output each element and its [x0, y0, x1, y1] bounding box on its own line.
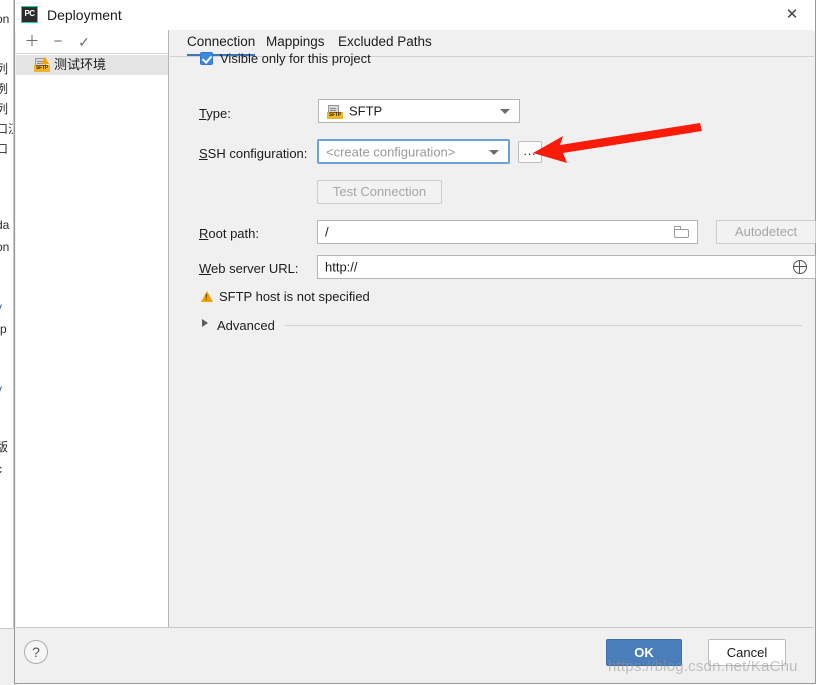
close-icon[interactable]: ✕: [769, 0, 815, 29]
chevron-down-icon: [489, 149, 499, 155]
ssh-configuration-label: SSH configuration:: [199, 146, 307, 162]
web-server-url-label-rest: eb server URL:: [211, 261, 299, 276]
background-text-fragment: on: [0, 12, 10, 26]
autodetect-button[interactable]: Autodetect: [716, 220, 816, 244]
type-label: Type:: [199, 106, 231, 122]
checkmark-icon[interactable]: ✓: [74, 32, 94, 52]
type-combobox[interactable]: SFTP SFTP: [318, 99, 520, 123]
background-text-fragment: c: [0, 462, 2, 476]
type-label-rest: ype:: [206, 106, 231, 121]
visible-only-checkbox[interactable]: [200, 52, 213, 65]
ssh-browse-button[interactable]: ...: [518, 141, 542, 163]
server-list-item-label: 测试环境: [54, 57, 107, 72]
add-icon[interactable]: ＋: [22, 32, 42, 52]
watermark: https://blog.csdn.net/KaChu: [608, 658, 798, 675]
folder-icon[interactable]: [674, 226, 689, 238]
advanced-section-label[interactable]: Advanced: [217, 318, 275, 334]
background-text-fragment: da: [0, 218, 10, 232]
server-list-panel: ＋ − ✓ SFTP 测试环境: [16, 30, 169, 628]
pycharm-icon: PC: [21, 6, 38, 23]
web-server-url-value: http://: [325, 259, 358, 275]
warning-message: SFTP host is not specified: [219, 289, 370, 304]
background-text-fragment: 例: [0, 82, 9, 96]
server-list-toolbar: ＋ − ✓: [16, 30, 168, 54]
dialog-title: Deployment: [47, 7, 122, 23]
root-path-label: Root path:: [199, 226, 259, 242]
help-button[interactable]: ?: [24, 640, 48, 664]
type-combobox-value: SFTP: [349, 103, 383, 119]
ssh-configuration-value: <create configuration>: [326, 144, 456, 159]
background-text-fragment: y: [0, 382, 2, 396]
chevron-right-icon[interactable]: [202, 319, 208, 327]
web-server-url-input[interactable]: http://: [317, 255, 816, 279]
background-text-fragment: rp: [0, 322, 7, 336]
sftp-icon-label: SFTP: [327, 112, 343, 119]
background-text-fragment: 列: [0, 102, 9, 116]
background-text-fragment: 口汉: [0, 122, 14, 136]
warning-triangle-icon: [201, 291, 213, 302]
root-path-input[interactable]: /: [317, 220, 698, 244]
background-text-fragment: 版: [0, 440, 9, 454]
server-list-item-selected[interactable]: SFTP 测试环境: [16, 55, 168, 75]
root-path-value: /: [325, 224, 329, 240]
test-connection-button[interactable]: Test Connection: [317, 180, 442, 204]
web-server-url-label: Web server URL:: [199, 261, 298, 277]
web-server-url-label-mnemonic: W: [199, 261, 212, 276]
globe-icon[interactable]: [792, 259, 807, 274]
ssh-configuration-combobox[interactable]: <create configuration>: [317, 139, 510, 164]
background-text-fragment: 列: [0, 62, 9, 76]
root-path-label-mnemonic: R: [199, 226, 209, 241]
chevron-down-icon: [500, 109, 510, 114]
dialog-titlebar: PC Deployment ✕: [15, 0, 815, 31]
root-path-label-rest: oot path:: [208, 226, 259, 241]
background-text-fragment: y: [0, 300, 2, 314]
ssh-configuration-label-mnemonic: S: [199, 146, 208, 161]
visible-only-label: Visible only for this project: [220, 51, 371, 66]
background-text-strip: on列例列口汉口daonyrpy版c\: [0, 0, 14, 684]
sftp-icon-label: SFTP: [34, 65, 50, 72]
ssh-configuration-label-rest: SH configuration:: [207, 146, 308, 161]
remove-icon[interactable]: −: [48, 32, 68, 52]
sftp-icon: SFTP: [34, 57, 50, 72]
background-text-fragment: 口: [0, 142, 9, 156]
background-text-fragment: on: [0, 240, 10, 254]
deployment-dialog: PC Deployment ✕ ＋ − ✓ SFTP 测试环境 Connecti…: [14, 0, 816, 684]
advanced-separator: [285, 325, 802, 326]
sftp-icon: SFTP: [327, 105, 343, 119]
